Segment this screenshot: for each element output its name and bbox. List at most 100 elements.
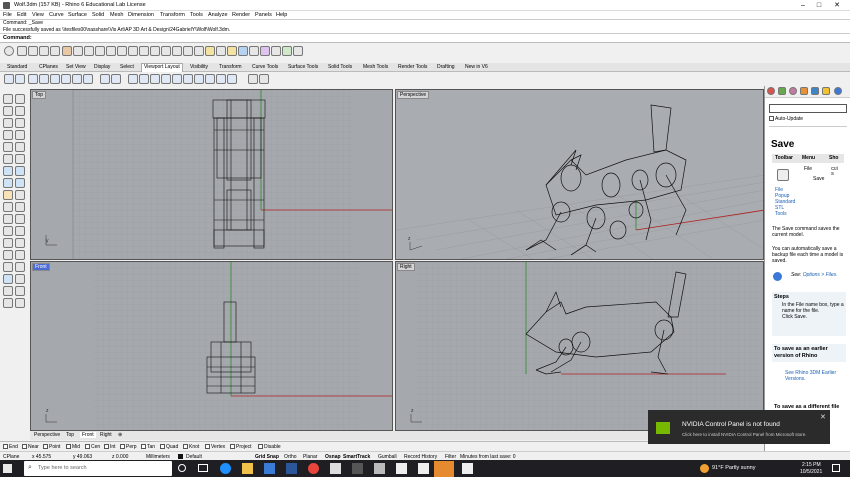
options-icon[interactable] [293, 46, 303, 56]
app-icon[interactable] [374, 463, 385, 474]
help-panel-icon[interactable] [834, 87, 842, 95]
rhino-taskbar-icon[interactable] [462, 463, 473, 474]
array-tool-icon[interactable] [15, 226, 25, 236]
tab-viewport-layout[interactable]: Viewport Layout [141, 63, 183, 72]
earlier-version-link[interactable]: See Rhino 3DM Earlier Versions. [785, 370, 845, 382]
maximize-viewport-icon[interactable] [50, 74, 60, 84]
status-layer[interactable]: Default [186, 454, 202, 460]
menu-curve[interactable]: Curve [49, 12, 64, 18]
boolean-tool-icon[interactable] [15, 190, 25, 200]
add-viewport-tab-button[interactable]: ⊕ [116, 432, 124, 438]
file-explorer-icon[interactable] [242, 463, 253, 474]
viewport-properties-icon[interactable] [83, 74, 93, 84]
osnap-end[interactable]: End [3, 444, 18, 450]
zoom-extents-icon[interactable] [150, 46, 160, 56]
toggle-ortho[interactable]: Ortho [284, 454, 297, 460]
start-button[interactable] [3, 464, 12, 473]
status-cplane[interactable]: CPlane [3, 454, 19, 460]
toolbar-links[interactable]: File Popup Standard STL Tools [775, 187, 795, 217]
tab-new-in-v6[interactable]: New in V6 [463, 64, 490, 70]
arc-tool-icon[interactable] [15, 118, 25, 128]
tab-display[interactable]: Display [92, 64, 112, 70]
tab-cplanes[interactable]: CPlanes [37, 64, 60, 70]
three-viewports-icon[interactable] [15, 74, 25, 84]
hatch-tool-icon[interactable] [3, 286, 13, 296]
curve-from-object-icon[interactable] [15, 154, 25, 164]
shaded-icon[interactable] [194, 74, 204, 84]
scale-tool-icon[interactable] [15, 214, 25, 224]
weather-icon[interactable] [700, 464, 709, 473]
curve-tool-icon[interactable] [15, 106, 25, 116]
solid-sphere-icon[interactable] [15, 178, 25, 188]
properties-icon[interactable] [50, 46, 60, 56]
tab-set-view[interactable]: Set View [64, 64, 88, 70]
menu-analyze[interactable]: Analyze [208, 12, 228, 18]
tab-render-tools[interactable]: Render Tools [396, 64, 429, 70]
help-icon[interactable] [282, 46, 292, 56]
notification-close-icon[interactable]: ✕ [820, 413, 826, 421]
page-layout-icon[interactable] [128, 74, 138, 84]
undo-icon[interactable] [95, 46, 105, 56]
toggle-gumball[interactable]: Gumball [378, 454, 397, 460]
rotate-view-icon[interactable] [117, 46, 127, 56]
zoom-window-icon[interactable] [139, 46, 149, 56]
toggle-planar[interactable]: Planar [303, 454, 317, 460]
polygon-tool-icon[interactable] [15, 130, 25, 140]
chrome-icon[interactable] [308, 463, 319, 474]
properties-panel-icon[interactable] [767, 87, 775, 95]
minimize-button[interactable]: – [796, 1, 810, 10]
menu-mesh[interactable]: Mesh [110, 12, 123, 18]
osnap-int[interactable]: Int [104, 444, 116, 450]
viewport-label-top[interactable]: Top [32, 91, 47, 99]
tab-visibility[interactable]: Visibility [188, 64, 210, 70]
circle-tool-icon[interactable] [3, 118, 13, 128]
page-properties-icon[interactable] [139, 74, 149, 84]
tab-drafting[interactable]: Drafting [435, 64, 457, 70]
panel-search-input[interactable] [769, 104, 847, 113]
open-file-icon[interactable] [17, 46, 27, 56]
wireframe-icon[interactable] [183, 74, 193, 84]
clipping-plane-icon[interactable] [3, 298, 13, 308]
tab-solid-tools[interactable]: Solid Tools [326, 64, 354, 70]
menu-surface[interactable]: Surface [68, 12, 87, 18]
solid-box-icon[interactable] [3, 178, 13, 188]
render-preview-icon[interactable] [271, 46, 281, 56]
menu-view[interactable]: View [32, 12, 44, 18]
point-tool-icon[interactable] [15, 94, 25, 104]
mirror-tool-icon[interactable] [3, 226, 13, 236]
extrude-tool-icon[interactable] [15, 166, 25, 176]
cortana-icon[interactable] [178, 464, 186, 472]
technical-icon[interactable] [227, 74, 237, 84]
viewport-tab-perspective[interactable]: Perspective [32, 432, 62, 438]
osnap-project[interactable]: Project [230, 444, 252, 450]
trim-tool-icon[interactable] [3, 238, 13, 248]
hide-icon[interactable] [216, 46, 226, 56]
status-units[interactable]: Millimeters [146, 454, 170, 460]
toggle-record-history[interactable]: Record History [404, 454, 437, 460]
layers-panel-icon[interactable] [778, 87, 786, 95]
fillet-curve-icon[interactable] [15, 142, 25, 152]
new-file-icon[interactable] [4, 46, 14, 56]
rectangle-tool-icon[interactable] [3, 130, 13, 140]
close-viewport-icon[interactable] [72, 74, 82, 84]
split-tool-icon[interactable] [15, 238, 25, 248]
cplane-icon[interactable] [194, 46, 204, 56]
polyline-tool-icon[interactable] [3, 106, 13, 116]
named-views-icon[interactable] [150, 74, 160, 84]
auto-update-checkbox[interactable]: Auto-Update [769, 116, 803, 122]
four-view-icon[interactable] [183, 46, 193, 56]
environments-panel-icon[interactable] [800, 87, 808, 95]
zoom-icon[interactable] [128, 46, 138, 56]
paste-icon[interactable] [84, 46, 94, 56]
menu-file[interactable]: File [3, 12, 12, 18]
text-tool-icon[interactable] [3, 274, 13, 284]
nvidia-notification[interactable]: NVIDIA Control Panel is not found Click … [648, 410, 830, 444]
viewport-label-right[interactable]: Right [397, 263, 415, 271]
osnap-point[interactable]: Point [43, 444, 60, 450]
maximize-button[interactable]: □ [812, 1, 826, 10]
viewport-tab-top[interactable]: Top [64, 432, 76, 438]
dimension-tool-icon[interactable] [15, 274, 25, 284]
split-horizontal-icon[interactable] [28, 74, 38, 84]
viewport-front[interactable]: Front z [30, 261, 393, 431]
viewport-perspective[interactable]: Perspective z [395, 89, 764, 260]
